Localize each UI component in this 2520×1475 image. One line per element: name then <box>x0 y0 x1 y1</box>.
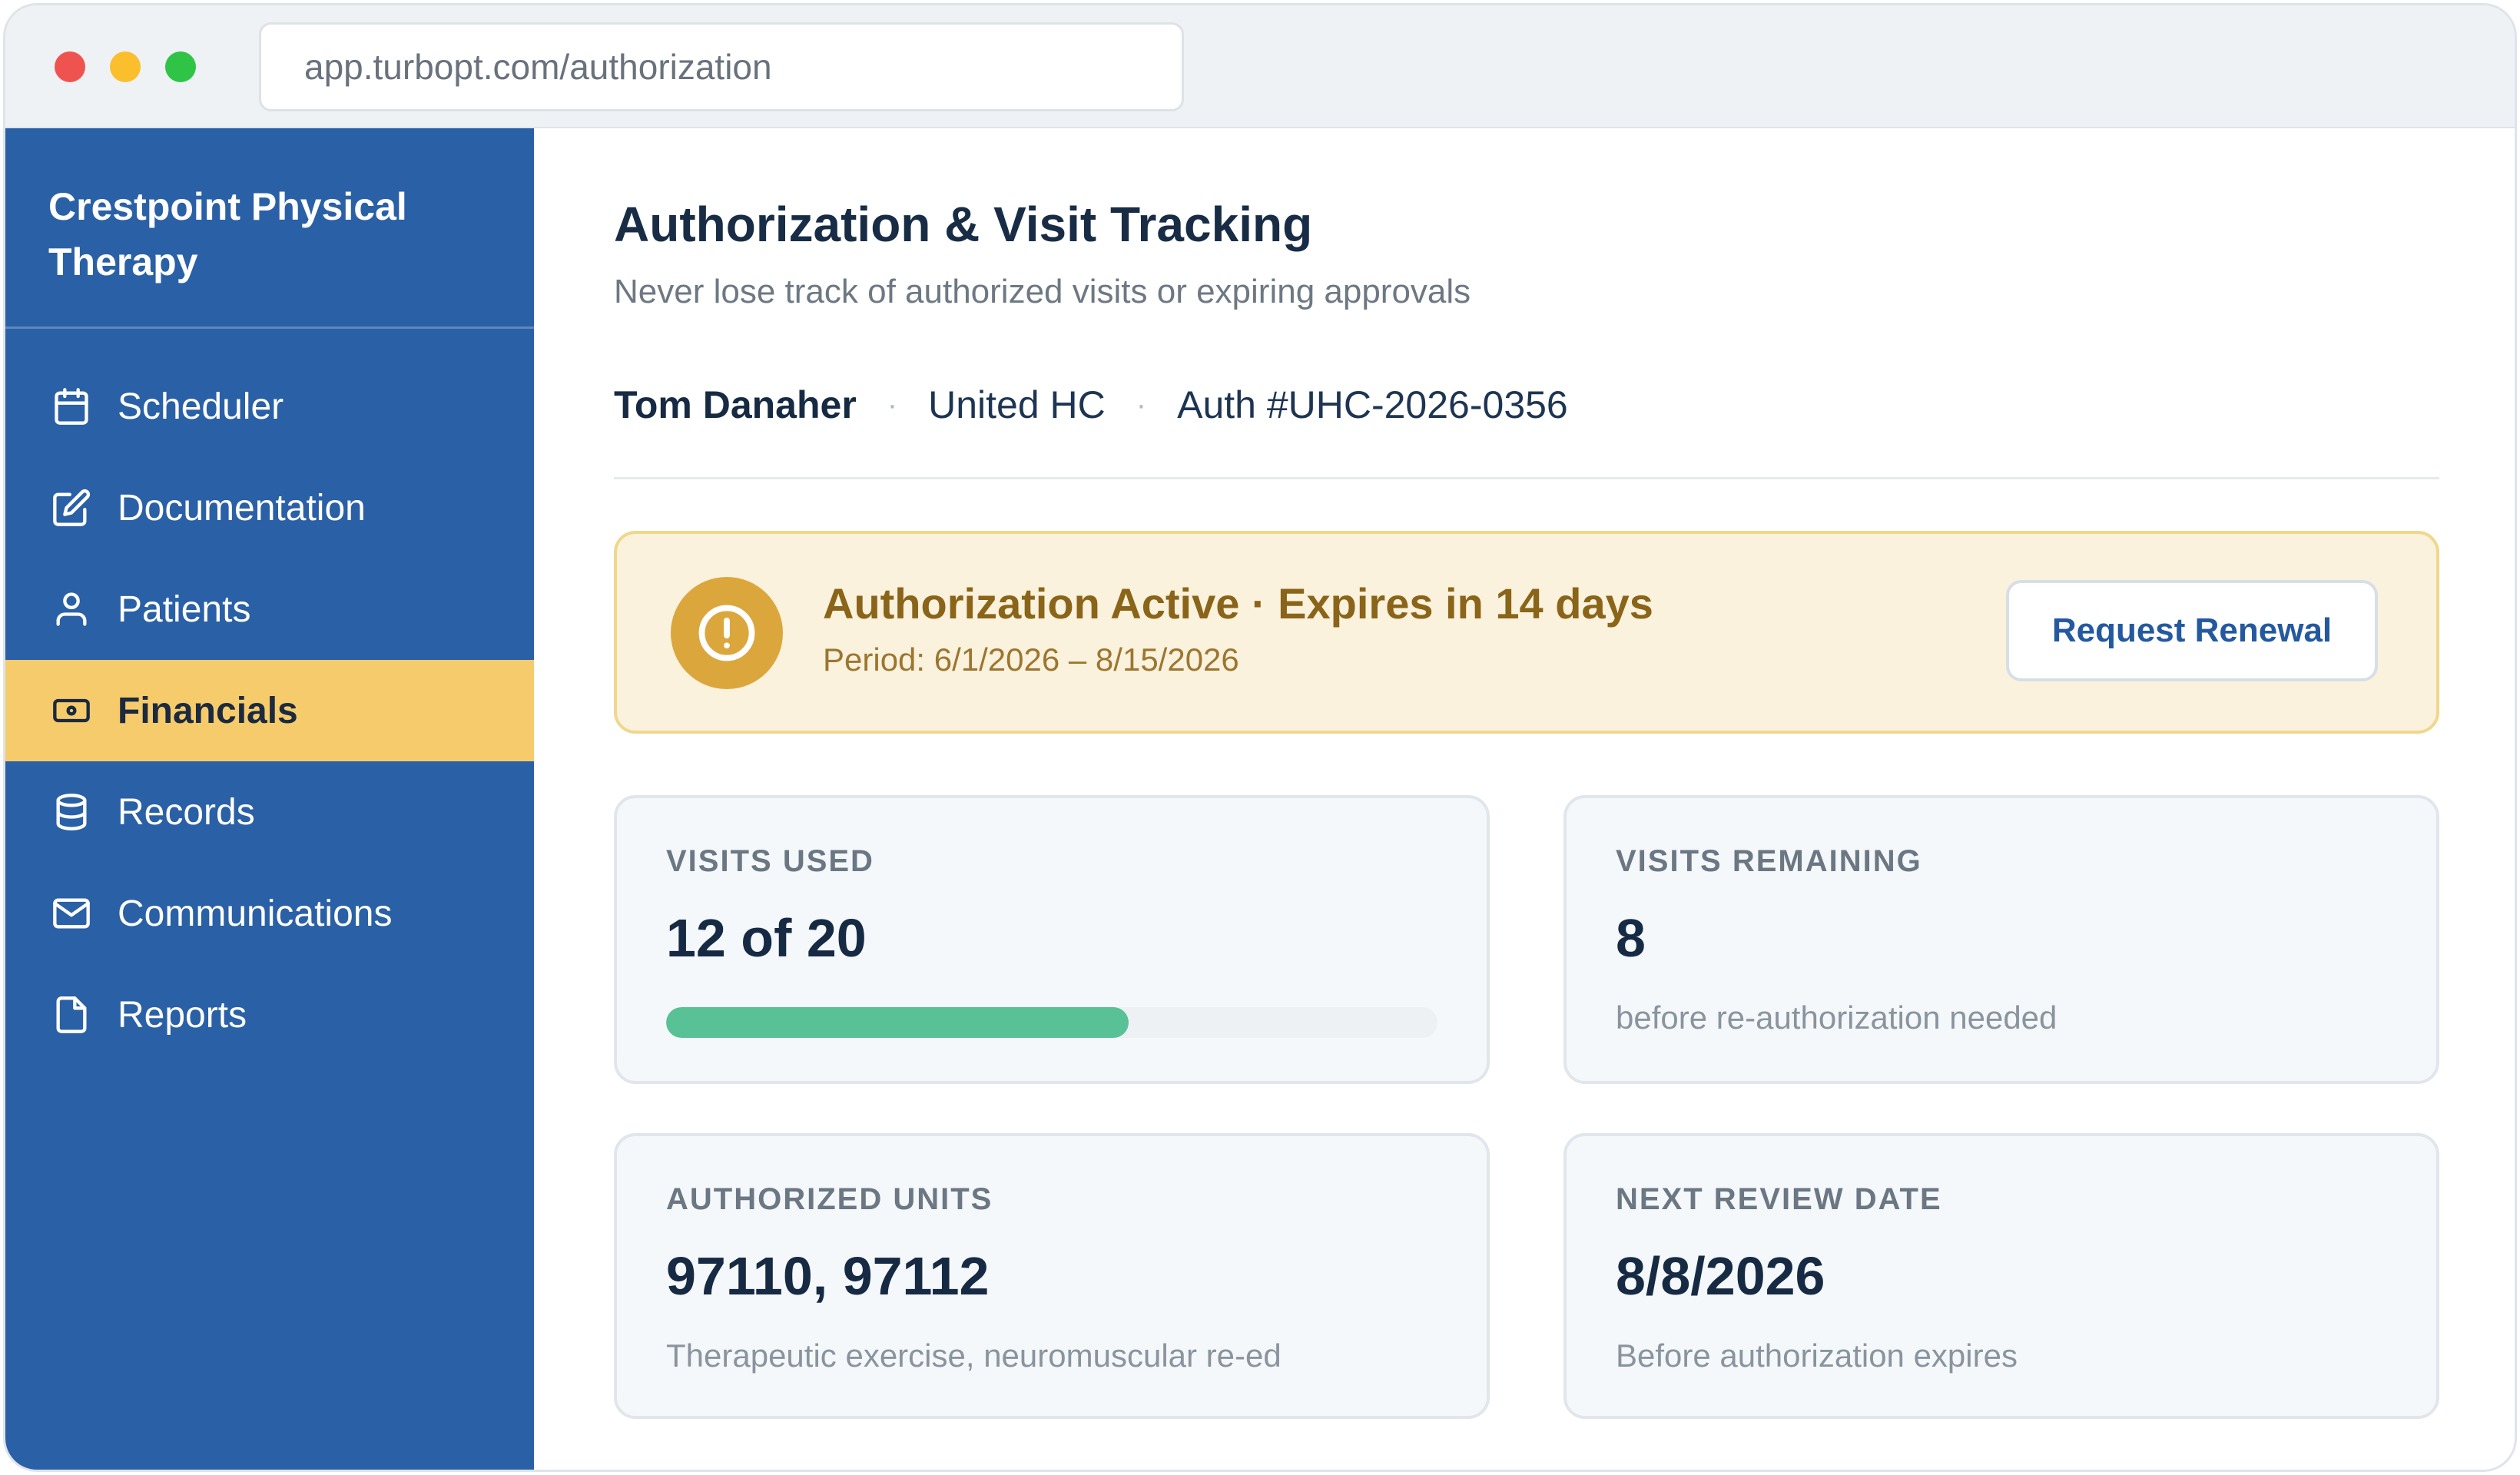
main-content: Authorization & Visit Tracking Never los… <box>534 128 2515 1470</box>
maximize-window-button[interactable] <box>165 51 196 82</box>
section-divider <box>614 477 2439 479</box>
banknote-icon <box>51 691 91 731</box>
page-subtitle: Never lose track of authorized visits or… <box>614 273 1471 310</box>
sidebar-item-label: Records <box>118 791 255 833</box>
visits-used-value: 12 of 20 <box>666 908 867 968</box>
auth-number: Auth #UHC-2026-0356 <box>1177 383 1568 426</box>
sidebar-item-documentation[interactable]: Documentation <box>5 457 534 559</box>
separator: · <box>887 387 898 422</box>
sidebar: Crestpoint Physical Therapy Scheduler Do… <box>5 128 534 1470</box>
authorization-alert: Authorization Active · Expires in 14 day… <box>614 531 2439 734</box>
request-renewal-button[interactable]: Request Renewal <box>2006 580 2378 681</box>
sidebar-item-patients[interactable]: Patients <box>5 559 534 660</box>
visits-progress-bar <box>666 1007 1437 1038</box>
separator: · <box>1136 387 1147 422</box>
card-note: before re-authorization needed <box>1616 999 2057 1036</box>
card-label: NEXT REVIEW DATE <box>1616 1182 1942 1216</box>
sidebar-item-reports[interactable]: Reports <box>5 964 534 1066</box>
sidebar-item-label: Patients <box>118 588 251 630</box>
sidebar-item-label: Documentation <box>118 487 366 529</box>
sidebar-divider <box>5 326 534 329</box>
sidebar-item-records[interactable]: Records <box>5 761 534 863</box>
patient-info: Tom Danaher · United HC · Auth #UHC-2026… <box>614 374 1568 436</box>
visits-used-card: VISITS USED 12 of 20 <box>614 795 1490 1084</box>
minimize-window-button[interactable] <box>110 51 141 82</box>
visits-progress-fill <box>666 1007 1129 1038</box>
edit-icon <box>51 488 91 528</box>
sidebar-item-label: Communications <box>118 893 393 934</box>
sidebar-item-label: Scheduler <box>118 386 284 427</box>
page-title: Authorization & Visit Tracking <box>614 197 1313 252</box>
sidebar-item-communications[interactable]: Communications <box>5 863 534 964</box>
browser-titlebar: app.turbopt.com/authorization <box>5 5 2515 128</box>
next-review-value: 8/8/2026 <box>1616 1246 1825 1306</box>
visits-remaining-value: 8 <box>1616 908 1646 968</box>
sidebar-item-scheduler[interactable]: Scheduler <box>5 356 534 457</box>
authorized-units-card: AUTHORIZED UNITS 97110, 97112 Therapeuti… <box>614 1133 1490 1419</box>
visits-remaining-card: VISITS REMAINING 8 before re-authorizati… <box>1563 795 2439 1084</box>
mail-icon <box>51 893 91 933</box>
alert-title: Authorization Active · Expires in 14 day… <box>823 579 1653 628</box>
authorized-units-value: 97110, 97112 <box>666 1246 990 1306</box>
card-label: VISITS REMAINING <box>1616 844 1922 878</box>
sidebar-item-financials[interactable]: Financials <box>5 660 534 761</box>
next-review-card: NEXT REVIEW DATE 8/8/2026 Before authori… <box>1563 1133 2439 1419</box>
alert-period: Period: 6/1/2026 – 8/15/2026 <box>823 641 1239 678</box>
card-note: Therapeutic exercise, neuromuscular re-e… <box>666 1337 1282 1374</box>
patient-name: Tom Danaher <box>614 383 857 426</box>
sidebar-item-label: Reports <box>118 994 247 1036</box>
user-icon <box>51 589 91 629</box>
browser-window: app.turbopt.com/authorization Crestpoint… <box>3 3 2517 1472</box>
payer-name: United HC <box>928 383 1106 426</box>
brand-name: Crestpoint Physical Therapy <box>48 185 407 283</box>
calendar-icon <box>51 386 91 426</box>
database-icon <box>51 792 91 832</box>
card-note: Before authorization expires <box>1616 1337 2018 1374</box>
card-label: AUTHORIZED UNITS <box>666 1182 993 1216</box>
file-icon <box>51 995 91 1035</box>
close-window-button[interactable] <box>55 51 85 82</box>
address-bar[interactable]: app.turbopt.com/authorization <box>259 22 1184 111</box>
alert-circle-icon <box>671 577 783 689</box>
sidebar-item-label: Financials <box>118 690 298 731</box>
card-label: VISITS USED <box>666 844 874 878</box>
sidebar-nav: Scheduler Documentation Patients Financi… <box>5 356 534 1066</box>
